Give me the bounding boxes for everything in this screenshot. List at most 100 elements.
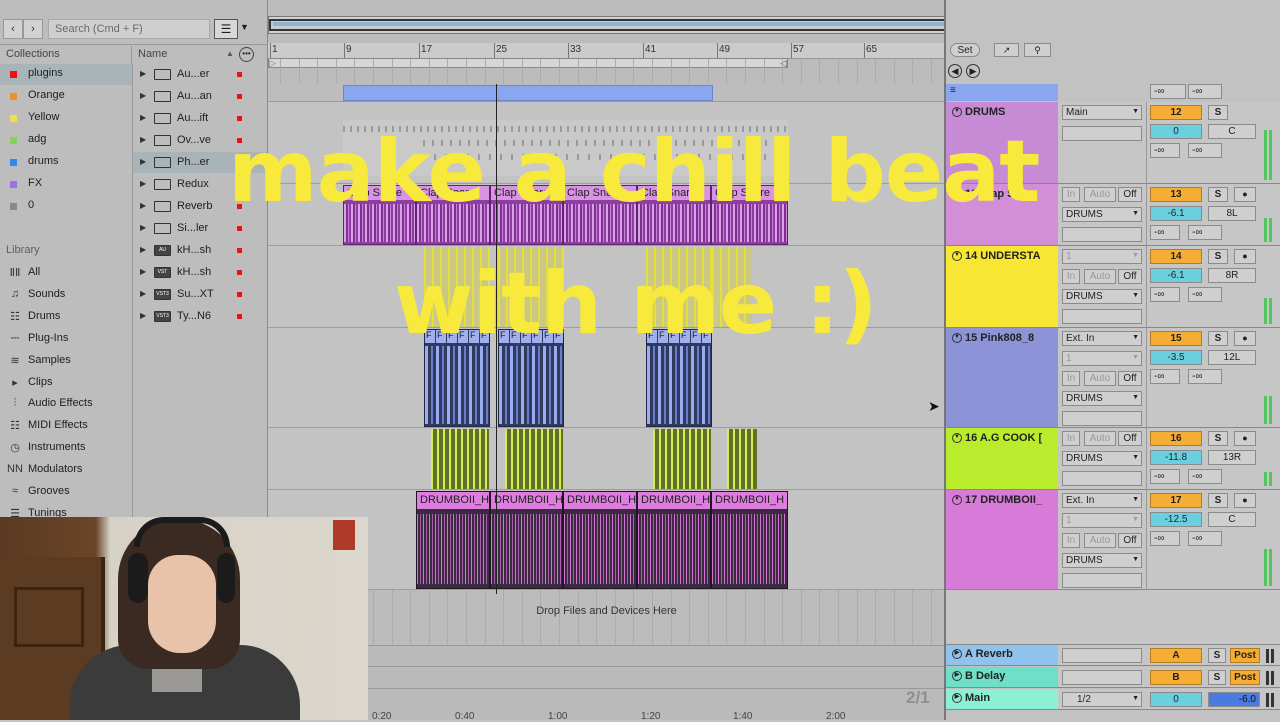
search-input[interactable]: Search (Cmd + F) <box>48 19 210 39</box>
agcook-clip[interactable] <box>727 429 757 489</box>
solo-button[interactable]: S <box>1208 105 1228 120</box>
agcook-clip[interactable] <box>431 429 489 489</box>
expand-triangle-icon[interactable]: ▶ <box>140 69 146 78</box>
track-activator-14[interactable]: 14 <box>1150 249 1202 264</box>
pan-field[interactable]: C <box>1208 124 1256 139</box>
monitor-auto-button[interactable]: Auto <box>1084 269 1116 284</box>
loop-start-icon[interactable]: ▷ <box>269 59 276 68</box>
expand-triangle-icon[interactable]: ▶ <box>140 113 146 122</box>
library-item-sounds[interactable]: ♫ Sounds <box>0 284 132 305</box>
volume-field[interactable]: 0 <box>1150 124 1202 139</box>
drumboii-clip[interactable]: DRUMBOII_H <box>637 491 711 589</box>
collection-item[interactable]: Yellow <box>0 108 132 129</box>
track-header-14[interactable]: ▼ 14 UNDERSTA <box>946 246 1058 328</box>
track-fold-icon[interactable]: ▼ <box>952 107 962 118</box>
output-routing-select[interactable]: DRUMS <box>1062 451 1142 466</box>
solo-button[interactable]: S <box>1208 493 1228 508</box>
return-activator[interactable]: B <box>1150 670 1202 685</box>
collection-item[interactable]: Orange <box>0 86 132 107</box>
track-name[interactable]: ▶ Main <box>952 692 990 704</box>
library-item-modulators[interactable]: NN Modulators <box>0 459 132 480</box>
track-fold-icon[interactable]: ▼ <box>952 495 962 506</box>
monitor-auto-button[interactable]: Auto <box>1084 371 1116 386</box>
drumboii-clip[interactable]: DRUMBOII_H <box>490 491 563 589</box>
pan-field[interactable]: 8L <box>1208 206 1256 221</box>
nav-right-icon[interactable]: ▶ <box>966 64 980 78</box>
track-fold-icon[interactable]: ▶ <box>952 671 962 682</box>
monitor-in-button[interactable]: In <box>1062 269 1080 284</box>
track-name[interactable]: ▶ B Delay <box>952 670 1005 682</box>
volume-field[interactable]: -11.8 <box>1150 450 1202 465</box>
arm-icon[interactable]: ● <box>1234 331 1256 346</box>
pan-field[interactable]: C <box>1208 512 1256 527</box>
drumboii-clip[interactable]: DRUMBOII_H <box>416 491 490 589</box>
drumboii-clip[interactable]: DRUMBOII_H <box>711 491 788 589</box>
track-fold-icon[interactable]: ▶ <box>952 693 962 704</box>
track-name[interactable]: ▼ 14 UNDERSTA <box>952 250 1041 262</box>
expand-triangle-icon[interactable]: ▶ <box>140 267 146 276</box>
monitor-off-button[interactable]: Off <box>1118 431 1142 446</box>
return-input-select[interactable] <box>1062 670 1142 685</box>
agcook-clip[interactable] <box>653 429 711 489</box>
input-type-select[interactable]: Ext. In <box>1062 331 1142 346</box>
input-type-select[interactable]: Main <box>1062 105 1142 120</box>
arm-icon[interactable]: ● <box>1234 249 1256 264</box>
expand-triangle-icon[interactable]: ▶ <box>140 135 146 144</box>
nav-left-icon[interactable]: ◀ <box>948 64 962 78</box>
expand-icon[interactable]: ↗ <box>994 43 1019 57</box>
track-activator-17[interactable]: 17 <box>1150 493 1202 508</box>
track-activator-15[interactable]: 15 <box>1150 331 1202 346</box>
track-header-15[interactable]: ▼ 15 Pink808_8 <box>946 328 1058 428</box>
output-routing-select[interactable]: DRUMS <box>1062 391 1142 406</box>
bar-ruler[interactable]: 1 9 17 25 33 41 49 57 65 <box>268 43 944 59</box>
solo-button[interactable]: S <box>1208 249 1228 264</box>
collection-item[interactable]: drums <box>0 152 132 173</box>
solo-button[interactable]: S <box>1208 331 1228 346</box>
monitor-auto-button[interactable]: Auto <box>1084 187 1116 202</box>
expand-triangle-icon[interactable]: ▶ <box>140 201 146 210</box>
solo-button[interactable]: S <box>1208 648 1226 663</box>
solo-button[interactable]: S <box>1208 670 1226 685</box>
solo-button[interactable]: S <box>1208 187 1228 202</box>
track-name[interactable]: ▼ 15 Pink808_8 <box>952 332 1034 344</box>
post-button[interactable]: Post <box>1230 670 1260 685</box>
library-item-instruments[interactable]: ◷ Instruments <box>0 437 132 458</box>
output-channel-select[interactable] <box>1062 411 1142 426</box>
return-track-b-delay[interactable]: ▶ B Delay <box>946 667 1058 688</box>
output-routing-select[interactable]: DRUMS <box>1062 289 1142 304</box>
track-activator-12[interactable]: 12 <box>1150 105 1202 120</box>
output-channel-select[interactable] <box>1062 573 1142 588</box>
monitor-off-button[interactable]: Off <box>1118 533 1142 548</box>
expand-triangle-icon[interactable]: ▶ <box>140 311 146 320</box>
monitor-auto-button[interactable]: Auto <box>1084 431 1116 446</box>
monitor-in-button[interactable]: In <box>1062 371 1080 386</box>
expand-triangle-icon[interactable]: ▶ <box>140 223 146 232</box>
drumboii-clip[interactable]: DRUMBOII_H <box>563 491 637 589</box>
file-item[interactable]: ▶ Au...er <box>133 64 267 85</box>
filter-icon[interactable]: ☰ <box>214 19 238 39</box>
volume-field[interactable]: -6.1 <box>1150 206 1202 221</box>
file-item[interactable]: ▶ VST3 Su...XT <box>133 284 267 305</box>
pan-field[interactable]: 13R <box>1208 450 1256 465</box>
monitor-auto-button[interactable]: Auto <box>1084 533 1116 548</box>
input-type-select[interactable]: Ext. In <box>1062 493 1142 508</box>
track-fold-icon[interactable]: ▼ <box>952 251 962 262</box>
expand-triangle-icon[interactable]: ▶ <box>140 289 146 298</box>
track-fold-icon[interactable]: ▼ <box>952 433 962 444</box>
output-channel-select[interactable] <box>1062 309 1142 324</box>
library-item-grooves[interactable]: ≈ Grooves <box>0 481 132 502</box>
lock-icon[interactable]: ⚲ <box>1024 43 1051 57</box>
agcook-clip[interactable] <box>505 429 563 489</box>
file-item[interactable]: ▶ AU kH...sh <box>133 240 267 261</box>
arm-icon[interactable]: ● <box>1234 187 1256 202</box>
return-activator[interactable]: A <box>1150 648 1202 663</box>
input-channel-select[interactable]: 1 <box>1062 249 1142 264</box>
input-channel-select[interactable]: 1 <box>1062 513 1142 528</box>
input-channel-select[interactable] <box>1062 126 1142 141</box>
monitor-in-button[interactable]: In <box>1062 187 1080 202</box>
expand-triangle-icon[interactable]: ▶ <box>140 179 146 188</box>
track-fold-icon[interactable]: ▼ <box>952 333 962 344</box>
return-track-a-reverb[interactable]: ▶ A Reverb <box>946 645 1058 666</box>
top-neg-inf-2[interactable]: -∞ <box>1188 84 1222 99</box>
chevron-down-icon[interactable]: ▼ <box>240 22 249 32</box>
